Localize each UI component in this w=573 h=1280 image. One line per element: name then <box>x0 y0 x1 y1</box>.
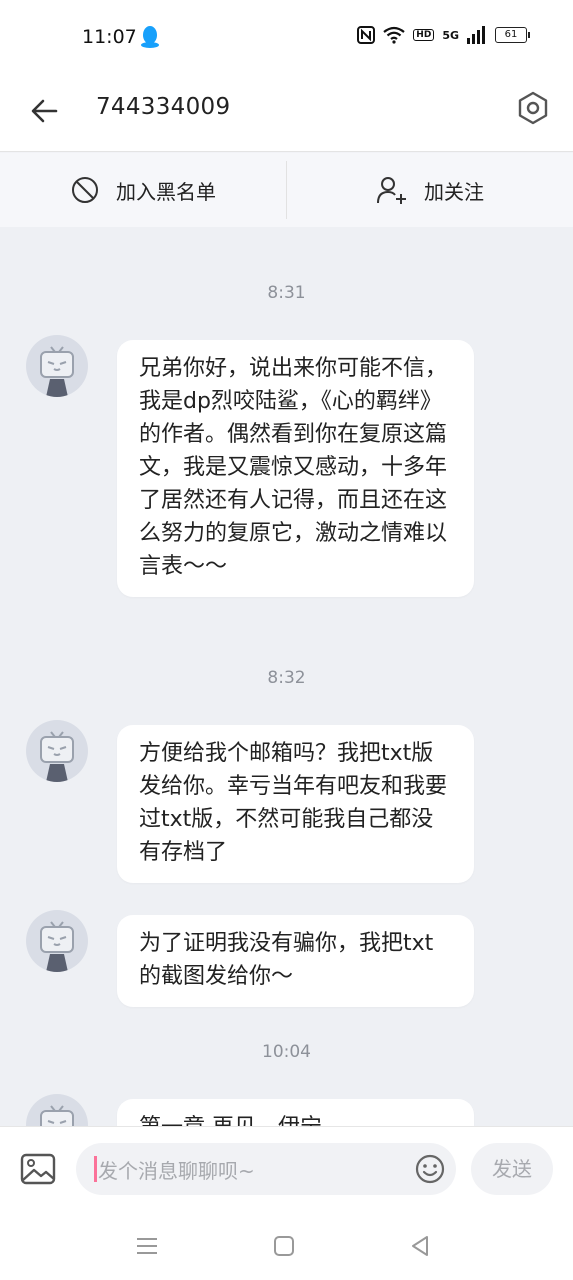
tv-mascot-icon <box>40 921 74 972</box>
avatar[interactable] <box>26 910 88 972</box>
qq-penguin-icon <box>141 26 159 48</box>
block-label: 加入黑名单 <box>116 179 216 204</box>
block-icon <box>72 177 98 203</box>
follow-button[interactable]: 加关注 <box>286 161 573 219</box>
nfc-icon <box>357 26 376 44</box>
message-input[interactable]: 发个消息聊聊呗~ <box>76 1143 456 1195</box>
send-button[interactable]: 发送 <box>471 1143 553 1195</box>
timestamp: 8:31 <box>267 283 306 303</box>
action-bar: 加入黑名单 加关注 <box>0 153 573 227</box>
text-cursor <box>94 1156 97 1182</box>
chat-header: 744334009 <box>0 72 573 152</box>
avatar[interactable] <box>26 720 88 782</box>
avatar[interactable] <box>26 335 88 397</box>
tv-mascot-icon <box>40 1105 74 1126</box>
menu-icon[interactable] <box>133 1232 161 1260</box>
timestamp: 8:32 <box>267 668 306 688</box>
input-bar: 发个消息聊聊呗~ 发送 <box>0 1126 573 1212</box>
follow-label: 加关注 <box>424 179 484 204</box>
signal-icon <box>467 26 485 44</box>
status-bar: 11:07 HD 5G 61 <box>0 0 573 72</box>
message-bubble[interactable]: 为了证明我没有骗你，我把txt的截图发给你～ <box>117 915 474 1007</box>
battery-icon: 61 <box>495 27 530 43</box>
home-icon[interactable] <box>270 1232 298 1260</box>
message-bubble[interactable]: 方便给我个邮箱吗？我把txt版发给你。幸亏当年有吧友和我要过txt版，不然可能我… <box>117 725 474 883</box>
5g-icon: 5G <box>442 28 459 42</box>
hd-icon: HD <box>413 29 435 41</box>
page-title: 744334009 <box>96 94 231 120</box>
arrow-left-icon[interactable] <box>28 94 62 128</box>
hexagon-gear-icon[interactable] <box>515 90 551 126</box>
message-input-placeholder: 发个消息聊聊呗~ <box>98 1159 255 1183</box>
back-triangle-icon[interactable] <box>406 1232 434 1260</box>
message-bubble[interactable]: 兄弟你好，说出来你可能不信，我是dp烈咬陆鲨，《心的羁绊》的作者。偶然看到你在复… <box>117 340 474 597</box>
avatar[interactable] <box>26 1094 88 1126</box>
add-user-icon <box>377 177 406 204</box>
message-bubble[interactable]: 第一章 再见，伊宁 <box>117 1099 474 1126</box>
image-icon[interactable] <box>20 1151 56 1187</box>
wifi-icon <box>383 26 405 44</box>
timestamp: 10:04 <box>262 1042 311 1062</box>
tv-mascot-icon <box>40 731 74 782</box>
emoji-icon[interactable] <box>414 1153 446 1185</box>
status-time: 11:07 <box>82 26 137 48</box>
system-nav-bar <box>0 1212 573 1280</box>
tv-mascot-icon <box>40 346 74 397</box>
block-button[interactable]: 加入黑名单 <box>0 153 286 227</box>
chat-area[interactable]: 8:31 兄弟你好，说出来你可能不信，我是dp烈咬陆鲨，《心的羁绊》的作者。偶然… <box>0 227 573 1126</box>
